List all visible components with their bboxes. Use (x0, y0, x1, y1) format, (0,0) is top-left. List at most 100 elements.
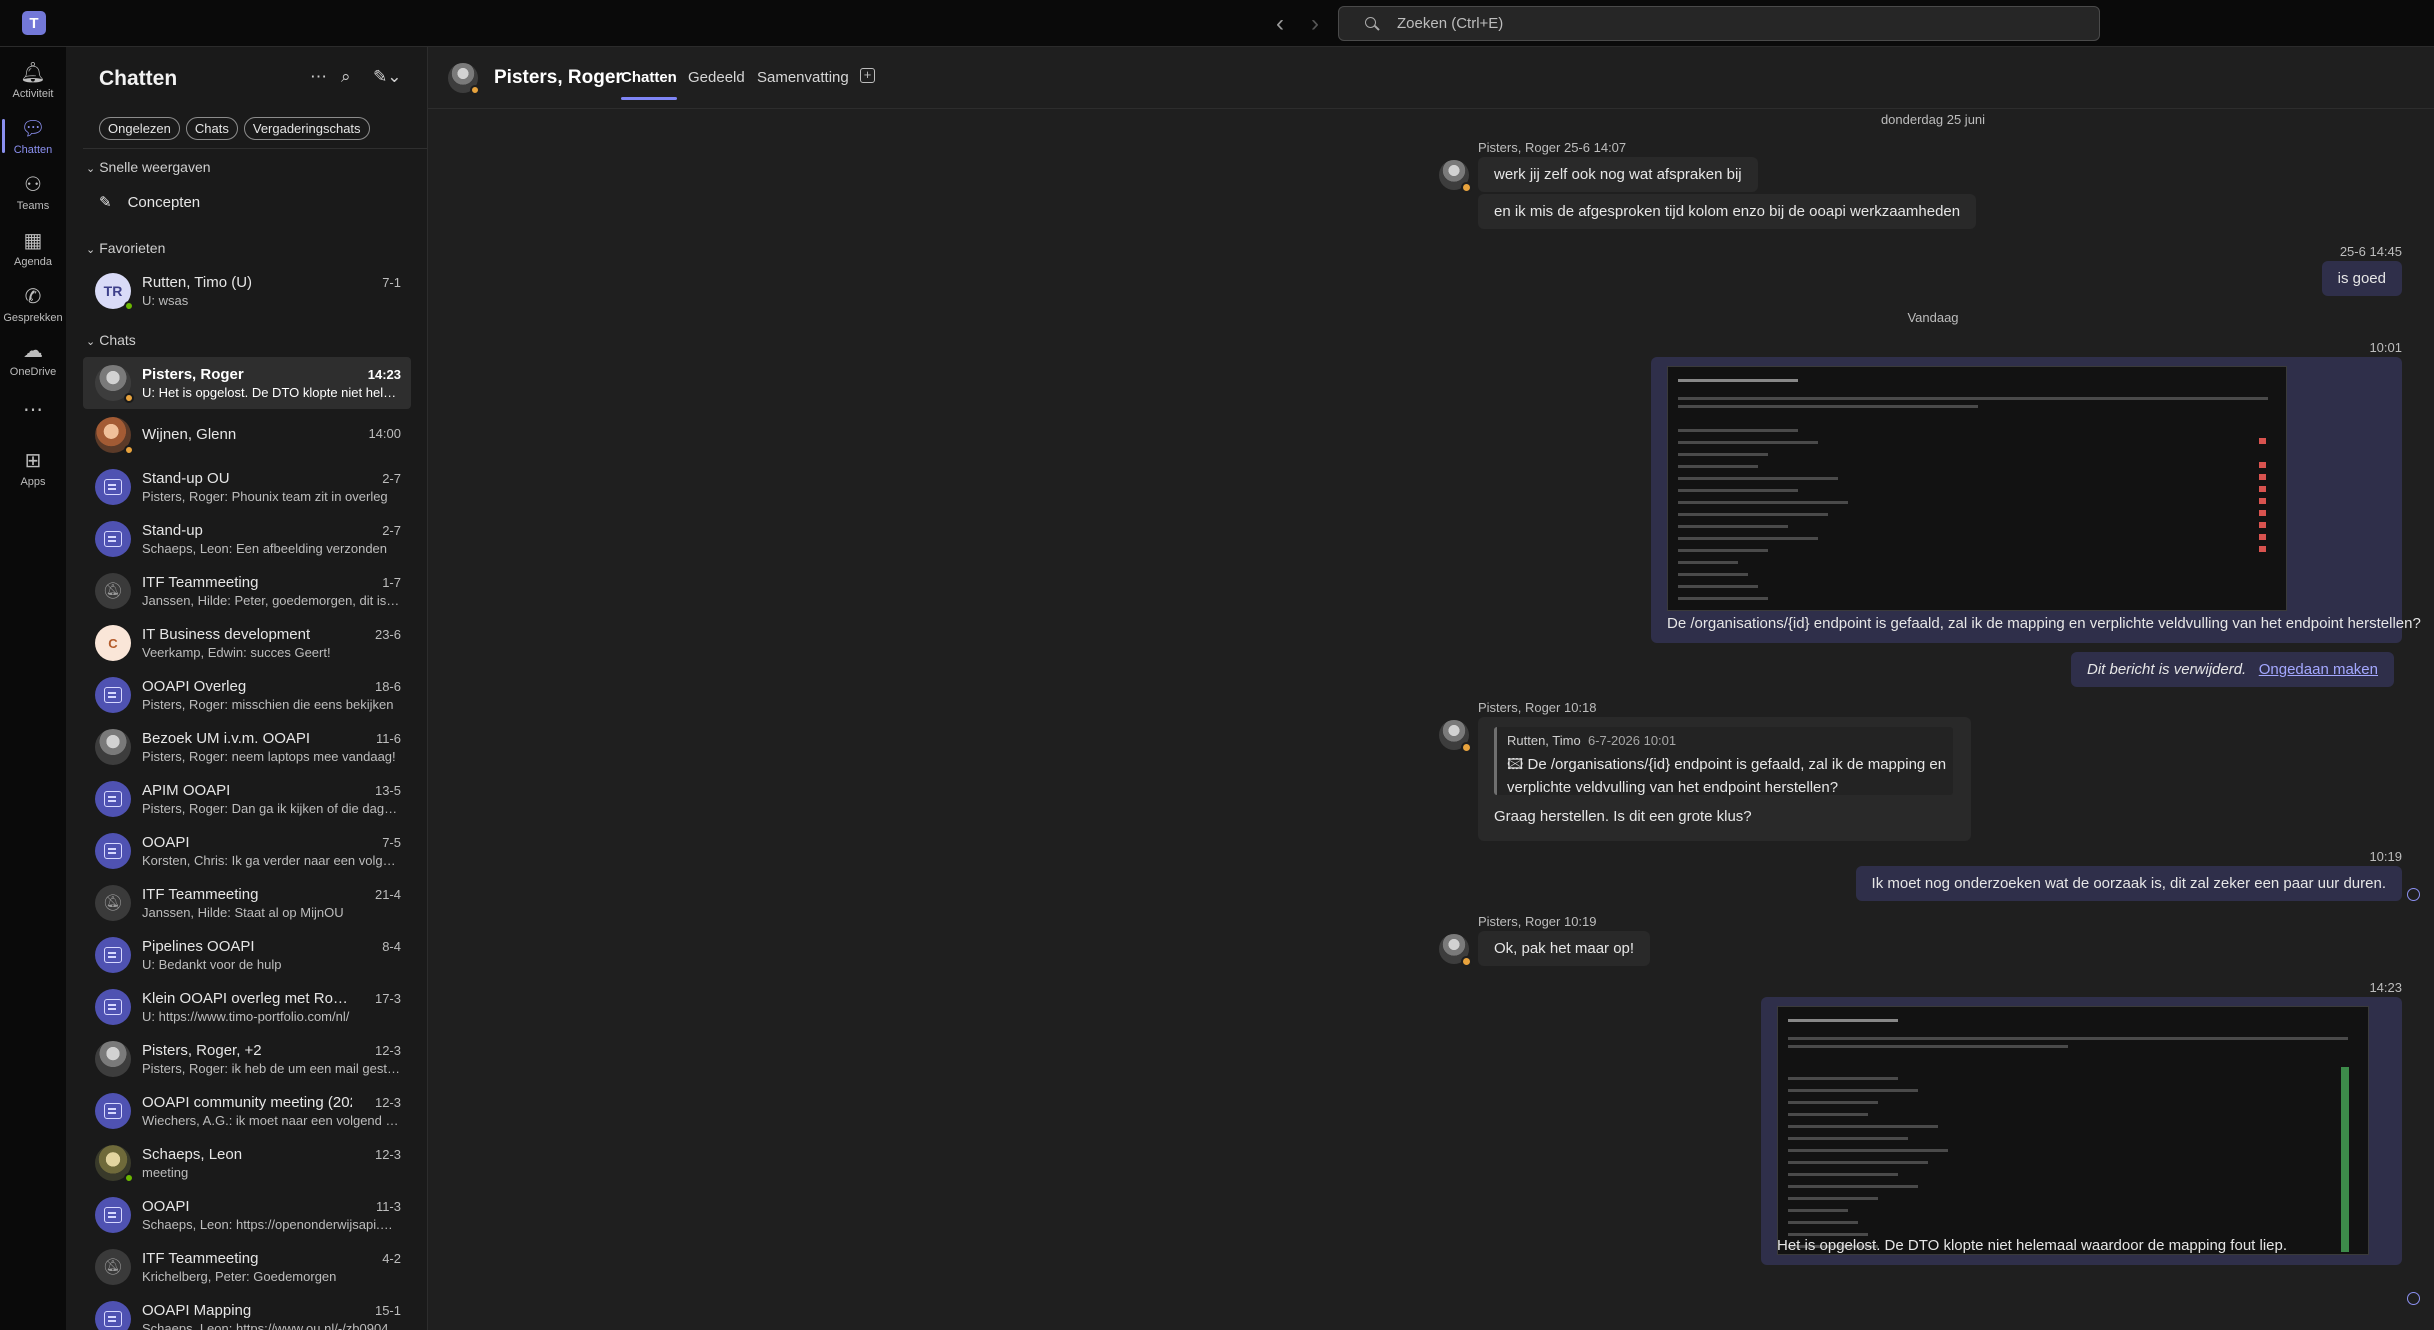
search-input[interactable]: Zoeken (Ctrl+E) (1338, 6, 2100, 41)
filter-search-icon[interactable]: ⌕ (341, 67, 351, 87)
fail-marker (2259, 510, 2266, 516)
pencil-icon: ✎ (99, 194, 112, 211)
rail-item-onedrive[interactable]: ☁︎ OneDrive (0, 331, 66, 385)
sender-avatar[interactable] (1439, 720, 1472, 753)
rail-item-teams[interactable]: ⚇ Teams (0, 165, 66, 219)
chat-name: OOAPI community meeting (2025) (142, 1094, 352, 1111)
image-icon: 🖾︎ (1507, 756, 1524, 773)
muted-bell-icon: 🔕︎ (95, 1249, 131, 1285)
chat-item[interactable]: Stand-up 2-7 Schaeps, Leon: Een afbeeldi… (83, 513, 411, 565)
muted-bell-icon: 🔕︎ (95, 885, 131, 921)
undo-delete-link[interactable]: Ongedaan maken (2259, 661, 2378, 678)
chat-name: OOAPI Mapping (142, 1302, 252, 1319)
chat-item[interactable]: OOAPI Overleg 18-6 Pisters, Roger: missc… (83, 669, 411, 721)
chat-name: Rutten, Timo (U) (142, 274, 253, 291)
own-message-with-image[interactable]: De /organisations/{id} endpoint is gefaa… (1651, 357, 2421, 643)
filter-chats[interactable]: Chats (185, 117, 238, 140)
chat-item-active[interactable]: Pisters, Roger 14:23 U: Het is opgelost.… (83, 357, 411, 409)
chat-item[interactable]: 🔕︎ ITF Teammeeting 4-2 Krichelberg, Pete… (83, 1241, 411, 1293)
quoted-message[interactable]: Rutten, Timo 6-7-2026 10:01 🖾︎ De /organ… (1494, 727, 1953, 796)
rail-item-apps[interactable]: ⊞ Apps (0, 441, 66, 495)
own-message-bubble[interactable]: Ik moet nog onderzoeken wat de oorzaak i… (1855, 866, 2402, 901)
chat-item-favorite[interactable]: TR Rutten, Timo (U) 7-1 U: wsas (83, 265, 411, 317)
teams-logo-icon[interactable]: T (22, 11, 46, 35)
chat-name: Klein OOAPI overleg met Roger en Timo (142, 990, 352, 1007)
rail-item-calendar[interactable]: ▦ Agenda (0, 221, 66, 275)
chat-item[interactable]: OOAPI Mapping 15-1 Schaeps, Leon: https:… (83, 1293, 411, 1330)
section-chats[interactable]: ⌄ Chats (86, 332, 136, 348)
back-arrow-icon[interactable]: ‹ (1276, 10, 1284, 38)
message-bubble[interactable]: werk jij zelf ook nog wat afspraken bij (1478, 157, 1758, 192)
filter-unread[interactable]: Ongelezen (99, 117, 180, 140)
presence-away-icon (124, 445, 134, 455)
chat-item[interactable]: OOAPI 7-5 Korsten, Chris: Ik ga verder n… (83, 825, 411, 877)
quote-author: Rutten, Timo (1507, 733, 1581, 748)
cloud-icon: ☁︎ (23, 339, 43, 362)
chat-item[interactable]: Klein OOAPI overleg met Roger en Timo 17… (83, 981, 411, 1033)
tab-shared[interactable]: Gedeeld (688, 69, 745, 86)
chat-name: IT Business development (142, 626, 311, 643)
chat-item[interactable]: 🔕︎ ITF Teammeeting 21-4 Janssen, Hilde: … (83, 877, 411, 929)
rail-item-chat[interactable]: 💬︎ Chatten (0, 109, 66, 163)
rail-label: Teams (16, 199, 50, 212)
rail-item-more[interactable]: ⋯ (0, 383, 66, 437)
own-message-with-image[interactable]: Het is opgelost. De DTO klopte niet hele… (1761, 997, 2402, 1265)
chat-preview: U: https://www.timo-portfolio.com/nl/ (142, 1009, 350, 1024)
search-placeholder: Zoeken (Ctrl+E) (1397, 15, 1504, 32)
fail-marker (2259, 438, 2266, 444)
message-text: Graag herstellen. Is dit een grote klus? (1494, 808, 1752, 825)
screenshot-passed-tests[interactable] (1777, 1006, 2369, 1255)
drafts-item[interactable]: ✎ Concepten (99, 193, 201, 212)
chat-time: 12-3 (374, 1147, 401, 1162)
forward-arrow-icon[interactable]: › (1311, 10, 1319, 38)
avatar (95, 729, 131, 765)
message-bubble-reply[interactable]: Rutten, Timo 6-7-2026 10:01 🖾︎ De /organ… (1478, 717, 1971, 841)
filter-meeting-chats[interactable]: Vergaderingschats (243, 117, 370, 140)
section-quick-views[interactable]: ⌄ Snelle weergaven (86, 159, 211, 175)
chat-item[interactable]: Pisters, Roger, +2 12-3 Pisters, Roger: … (83, 1033, 411, 1085)
own-message-bubble[interactable]: is goed (2321, 261, 2402, 296)
chat-item[interactable]: APIM OOAPI 13-5 Pisters, Roger: Dan ga i… (83, 773, 411, 825)
chat-item[interactable]: Bezoek UM i.v.m. OOAPI 11-6 Pisters, Rog… (83, 721, 411, 773)
chat-preview: Schaeps, Leon: https://www.ou.nl/-/zb090… (142, 1321, 389, 1330)
add-tab-icon[interactable]: + (860, 68, 875, 83)
chat-item[interactable]: Pipelines OOAPI 8-4 U: Bedankt voor de h… (83, 929, 411, 981)
chat-time: 2-7 (382, 523, 401, 538)
more-options-icon[interactable]: ⋯ (310, 67, 327, 87)
date-separator: Vandaag (1907, 310, 1959, 325)
sender-avatar[interactable] (1439, 160, 1472, 193)
tab-chat[interactable]: Chatten (621, 69, 677, 100)
drafts-label: Concepten (127, 193, 201, 211)
message-bubble[interactable]: Ok, pak het maar op! (1478, 931, 1651, 966)
calendar-icon: ▦ (23, 229, 43, 252)
rail-label: Apps (20, 475, 46, 488)
message-bubble[interactable]: en ik mis de afgesproken tijd kolom enzo… (1478, 194, 1977, 229)
quote-time: 6-7-2026 10:01 (1587, 733, 1677, 748)
new-chat-icon[interactable]: ✎⌄ (373, 67, 402, 87)
chat-time: 14:00 (368, 426, 401, 441)
tab-summary[interactable]: Samenvatting (757, 69, 849, 86)
pass-marker-column (2341, 1067, 2349, 1252)
filter-chips: Ongelezen Chats Vergaderingschats (99, 117, 370, 140)
chat-item[interactable]: OOAPI 11-3 Schaeps, Leon: https://openon… (83, 1189, 411, 1241)
chat-item[interactable]: Stand-up OU 2-7 Pisters, Roger: Phounix … (83, 461, 411, 513)
avatar (95, 1041, 131, 1077)
chat-preview: Pisters, Roger: Dan ga ik kijken of die … (142, 801, 400, 816)
chat-item[interactable]: Schaeps, Leon 12-3 meeting (83, 1137, 411, 1189)
chat-time: 4-2 (382, 1251, 401, 1266)
section-favorites[interactable]: ⌄ Favorieten (86, 240, 165, 256)
chat-icon: 💬︎ (20, 117, 46, 140)
chat-item[interactable]: OOAPI community meeting (2025) 12-3 Wiec… (83, 1085, 411, 1137)
presence-available-icon (124, 301, 134, 311)
chat-item[interactable]: 🔕︎ ITF Teammeeting 1-7 Janssen, Hilde: P… (83, 565, 411, 617)
chat-time: 7-5 (382, 835, 401, 850)
chat-item[interactable]: Wijnen, Glenn 14:00 (83, 409, 411, 461)
date-separator: donderdag 25 juni (1880, 112, 1986, 127)
deleted-message-notice: Dit bericht is verwijderd. Ongedaan make… (2071, 652, 2394, 687)
rail-item-calls[interactable]: ✆ Gesprekken (0, 277, 66, 331)
screenshot-failed-tests[interactable] (1667, 366, 2287, 611)
chat-item[interactable]: C IT Business development 23-6 Veerkamp,… (83, 617, 411, 669)
sender-avatar[interactable] (1439, 934, 1472, 967)
chat-preview: Pisters, Roger: misschien die eens bekij… (142, 697, 394, 712)
rail-item-activity[interactable]: 🔔︎ Activiteit (0, 53, 66, 107)
